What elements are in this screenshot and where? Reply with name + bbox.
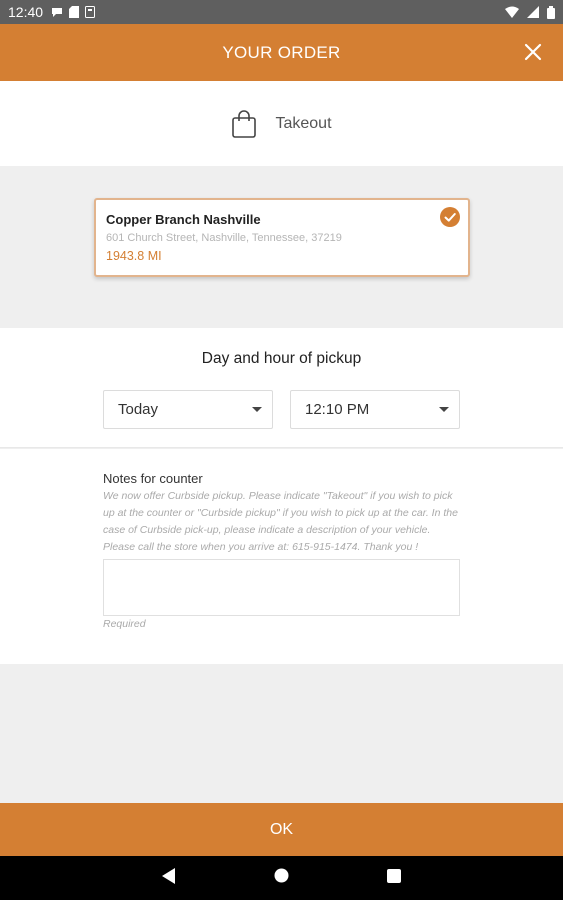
- notes-field[interactable]: [103, 559, 460, 616]
- ok-button-label: OK: [269, 820, 294, 838]
- notes-label: Notes for counter: [103, 471, 203, 486]
- time-select[interactable]: 12:10 PM: [290, 390, 460, 429]
- order-mode[interactable]: Takeout: [0, 81, 563, 166]
- day-select[interactable]: Today: [103, 390, 273, 429]
- check-circle-icon: [440, 207, 460, 227]
- app-bar: YOUR ORDER: [0, 24, 563, 81]
- required-label: Required: [103, 618, 146, 630]
- storage-icon: [85, 6, 96, 18]
- order-mode-label: Takeout: [275, 114, 332, 132]
- sim-card-icon: [69, 6, 80, 18]
- notification-icons: [51, 6, 96, 18]
- time-select-value: 12:10 PM: [305, 401, 370, 418]
- shopping-bag-icon: [232, 109, 257, 138]
- close-icon[interactable]: [521, 40, 545, 64]
- store-name: Copper Branch Nashville: [106, 212, 261, 227]
- signal-icon: [527, 6, 539, 18]
- system-nav-bar: [0, 856, 563, 900]
- recents-icon[interactable]: [387, 868, 401, 888]
- store-section: Copper Branch Nashville 601 Church Stree…: [0, 166, 563, 328]
- home-icon[interactable]: [274, 868, 289, 888]
- notes-help-text: We now offer Curbside pickup. Please ind…: [103, 490, 458, 553]
- pickup-heading: Day and hour of pickup: [201, 350, 362, 367]
- back-icon[interactable]: [162, 867, 176, 889]
- chat-icon: [52, 8, 63, 17]
- store-card[interactable]: Copper Branch Nashville 601 Church Stree…: [94, 198, 470, 277]
- dropdown-arrow-icon: [252, 407, 262, 412]
- store-distance: 1943.8 MI: [106, 249, 162, 263]
- page-title: YOUR ORDER: [222, 42, 341, 62]
- pickup-section: Day and hour of pickup Today 12:10 PM: [0, 328, 563, 448]
- dropdown-arrow-icon: [439, 407, 449, 412]
- status-bar: 12:40: [0, 0, 563, 24]
- system-icons: [505, 5, 555, 19]
- store-address: 601 Church Street, Nashville, Tennessee,…: [106, 232, 342, 244]
- day-select-value: Today: [118, 401, 159, 418]
- ok-button[interactable]: OK: [0, 803, 563, 856]
- status-time: 12:40: [8, 4, 44, 20]
- wifi-icon: [505, 6, 519, 18]
- battery-icon: [547, 5, 555, 19]
- notes-section: Notes for counter We now offer Curbside …: [0, 449, 563, 664]
